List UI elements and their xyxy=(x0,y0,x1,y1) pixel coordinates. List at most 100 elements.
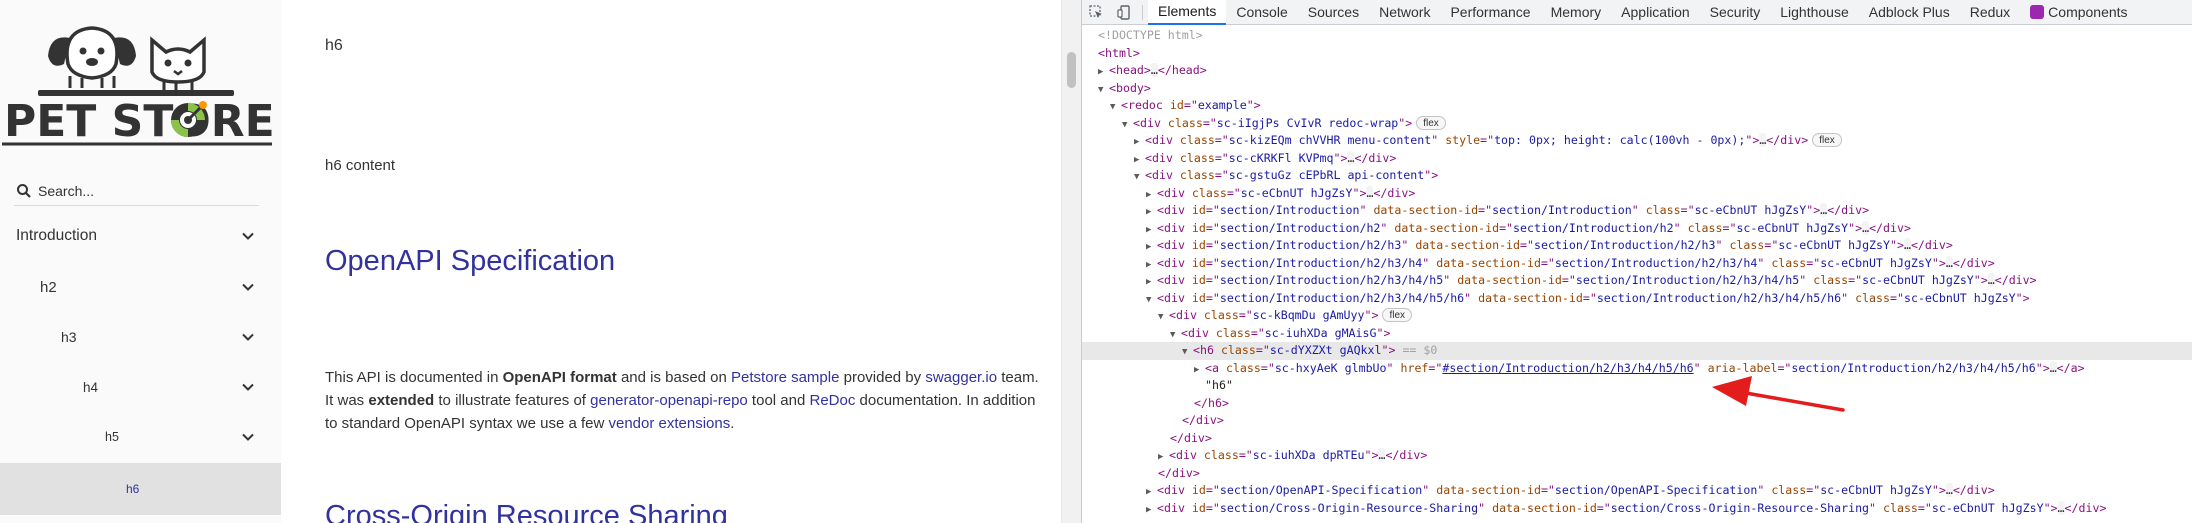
attr-value: section/Cross-Origin-Resource-Sharing xyxy=(1610,500,1870,515)
attr-name: class xyxy=(1813,273,1849,287)
attr-name: class xyxy=(1215,325,1251,340)
sidebar-item-h3[interactable]: h3 xyxy=(0,312,281,362)
attr-name: id xyxy=(1191,255,1206,270)
sidebar-item-h2[interactable]: h2 xyxy=(0,262,281,312)
tab-sources[interactable]: Sources xyxy=(1298,0,1369,25)
tag-name: redoc xyxy=(1127,98,1163,112)
chevron-down-icon xyxy=(242,283,254,291)
swagger-link[interactable]: swagger.io xyxy=(925,369,997,386)
generator-openapi-repo-link[interactable]: generator-openapi-repo xyxy=(590,392,748,409)
dom-node-anchor[interactable]: ▶ <a class="sc-hxyAeK glmbUo" href="#sect… xyxy=(1082,360,2192,378)
devtools-tab-bar: Elements Console Sources Network Perform… xyxy=(1082,0,2192,25)
dom-closing-div[interactable]: </div> xyxy=(1082,465,2192,483)
dom-node-section-h2[interactable]: ▶ <div id="section/Introduction/h2" data-… xyxy=(1082,220,2192,238)
dom-text-node[interactable]: "h6" xyxy=(1082,377,2192,395)
collapsed-ellipsis[interactable]: … xyxy=(1987,273,1995,287)
tab-adblock-plus[interactable]: Adblock Plus xyxy=(1859,0,1960,25)
dom-node-section-h5[interactable]: ▶ <div id="section/Introduction/h2/h3/h4/… xyxy=(1082,272,2192,290)
tab-lighthouse[interactable]: Lighthouse xyxy=(1770,0,1859,25)
attr-name: data-section-id xyxy=(1373,203,1479,217)
text-node-value: "h6" xyxy=(1205,378,1233,392)
attr-name: class xyxy=(1687,220,1723,235)
attr-name: class xyxy=(1179,168,1215,182)
tab-performance[interactable]: Performance xyxy=(1440,0,1540,25)
tab-console[interactable]: Console xyxy=(1226,0,1297,25)
dom-node-div[interactable]: ▶ <div class="sc-eCbnUT hJgZsY">…</div> xyxy=(1082,185,2192,203)
dom-node-section-introduction[interactable]: ▶ <div id="section/Introduction" data-sec… xyxy=(1082,202,2192,220)
dom-closing-h6[interactable]: </h6> xyxy=(1082,395,2192,413)
collapsed-ellipsis[interactable]: … xyxy=(1945,255,1953,270)
tag-name: div xyxy=(1187,325,1209,340)
dom-node-section-h4[interactable]: ▶ <div id="section/Introduction/h2/h3/h4"… xyxy=(1082,255,2192,273)
tab-components[interactable]: Components xyxy=(2020,0,2137,25)
dom-node-redoc-wrap[interactable]: ▼ <div class="sc-iIgjPs CvIvR redoc-wrap"… xyxy=(1082,115,2192,133)
attr-value: section/Introduction xyxy=(1492,203,1632,217)
tag-name: a xyxy=(1211,360,1219,375)
dom-node-div[interactable]: ▶ <div class="sc-cKRKFl KVPmq">…</div> xyxy=(1082,150,2192,168)
attr-name: class xyxy=(1883,500,1918,515)
tab-security[interactable]: Security xyxy=(1700,0,1771,25)
tab-network[interactable]: Network xyxy=(1369,0,1440,25)
dom-node-h6-selected[interactable]: ▼ <h6 class="sc-dYXZXt gAQkxl"> == $0 xyxy=(1082,342,2192,360)
attr-value: sc-iuhXDa gMAisG xyxy=(1264,325,1377,340)
scrollbar-thumb[interactable] xyxy=(1067,52,1076,88)
attr-name: class xyxy=(1771,483,1807,497)
tag-name: html xyxy=(1104,45,1133,60)
dom-node-section-h6[interactable]: ▼ <div id="section/Introduction/h2/h3/h4/… xyxy=(1082,290,2192,308)
dom-closing-div[interactable]: </div> xyxy=(1082,412,2192,430)
dom-node-div[interactable]: ▼ <div class="sc-kBqmDu gAmUyy"> flex xyxy=(1082,307,2192,325)
tab-elements[interactable]: Elements xyxy=(1148,0,1227,25)
flex-badge[interactable]: flex xyxy=(1416,115,1446,130)
flex-badge[interactable]: flex xyxy=(1382,308,1413,322)
attr-name: class xyxy=(1220,343,1256,357)
inspect-element-button[interactable] xyxy=(1082,0,1110,25)
dom-node-div[interactable]: ▼ <div class="sc-iuhXDa gMAisG"> xyxy=(1082,325,2192,343)
redoc-link[interactable]: ReDoc xyxy=(809,392,855,409)
dom-node-head[interactable]: ▶ <head>…</head> xyxy=(1082,62,2192,80)
href-link[interactable]: #section/Introduction/h2/h3/h4/h5/h6 xyxy=(1442,361,1693,375)
dom-node-section-cors[interactable]: ▶ <div id="section/Cross-Origin-Resource-… xyxy=(1082,500,2192,518)
search-input[interactable] xyxy=(38,179,253,203)
tab-redux[interactable]: Redux xyxy=(1960,0,2020,25)
collapsed-ellipsis[interactable]: … xyxy=(1903,238,1911,252)
sidebar-item-h5[interactable]: h5 xyxy=(0,412,281,462)
attr-value: sc-cKRKFl KVPmq xyxy=(1228,150,1334,165)
attr-name: style xyxy=(1445,133,1481,147)
dom-node-section-openapi[interactable]: ▶ <div id="section/OpenAPI-Specification"… xyxy=(1082,482,2192,500)
sidebar-item-h4[interactable]: h4 xyxy=(0,362,281,412)
console-ref-indicator: == $0 xyxy=(1402,343,1438,357)
collapsed-ellipsis[interactable]: … xyxy=(2057,500,2065,515)
dom-node-api-content[interactable]: ▼ <div class="sc-gstuGz cEPbRL api-conten… xyxy=(1082,167,2192,185)
attr-value: sc-dYXZXt gAQkxl xyxy=(1269,343,1382,357)
content-scrollbar[interactable] xyxy=(1061,0,1081,523)
dom-node-html[interactable]: <html> xyxy=(1082,45,2192,63)
collapsed-ellipsis[interactable]: … xyxy=(1945,483,1953,497)
expand-triangle-icon[interactable]: ▶ xyxy=(1146,502,1157,520)
collapsed-ellipsis[interactable]: … xyxy=(2049,360,2057,375)
tag-name: div xyxy=(1163,290,1185,305)
dom-node-menu-content[interactable]: ▶ <div class="sc-kizEQm chVVHR menu-conte… xyxy=(1082,132,2192,150)
dom-node-body[interactable]: ▼ <body> xyxy=(1082,80,2192,98)
petstore-sample-link[interactable]: Petstore sample xyxy=(731,369,839,386)
tab-memory[interactable]: Memory xyxy=(1541,0,1612,25)
dom-node-div[interactable]: ▶ <div class="sc-iuhXDa dpRTEu">…</div> xyxy=(1082,447,2192,465)
tab-application[interactable]: Application xyxy=(1611,0,1700,25)
attr-value: section/Introduction/h2/h3/h4/h5 xyxy=(1575,273,1800,287)
flex-badge[interactable]: flex xyxy=(1812,133,1842,147)
pet-store-logo[interactable]: PET STORE xyxy=(0,16,281,147)
dom-node-redoc[interactable]: ▼ <redoc id="example"> xyxy=(1082,97,2192,115)
logo-graphic: PET STORE xyxy=(2,26,275,147)
sidebar-item-introduction[interactable]: Introduction xyxy=(0,211,281,261)
dom-node-section-h3[interactable]: ▶ <div id="section/Introduction/h2/h3" da… xyxy=(1082,237,2192,255)
dom-closing-div[interactable]: </div> xyxy=(1082,430,2192,448)
sidebar-item-h6[interactable]: h6 xyxy=(0,463,281,515)
tag-name: div xyxy=(1966,255,1988,270)
collapsed-ellipsis[interactable]: … xyxy=(1150,63,1158,77)
desc-bold: OpenAPI format xyxy=(502,369,617,386)
attr-value: section/Introduction/h2/h3/h4 xyxy=(1219,255,1423,270)
device-toolbar-button[interactable] xyxy=(1110,0,1138,25)
vendor-extensions-link[interactable]: vendor extensions xyxy=(609,415,731,432)
attr-value: sc-eCbnUT hJgZsY xyxy=(1862,273,1974,287)
dom-node-doctype[interactable]: <!DOCTYPE html> xyxy=(1082,27,2192,45)
attr-value: section/Introduction/h2/h3/h4 xyxy=(1554,255,1758,270)
